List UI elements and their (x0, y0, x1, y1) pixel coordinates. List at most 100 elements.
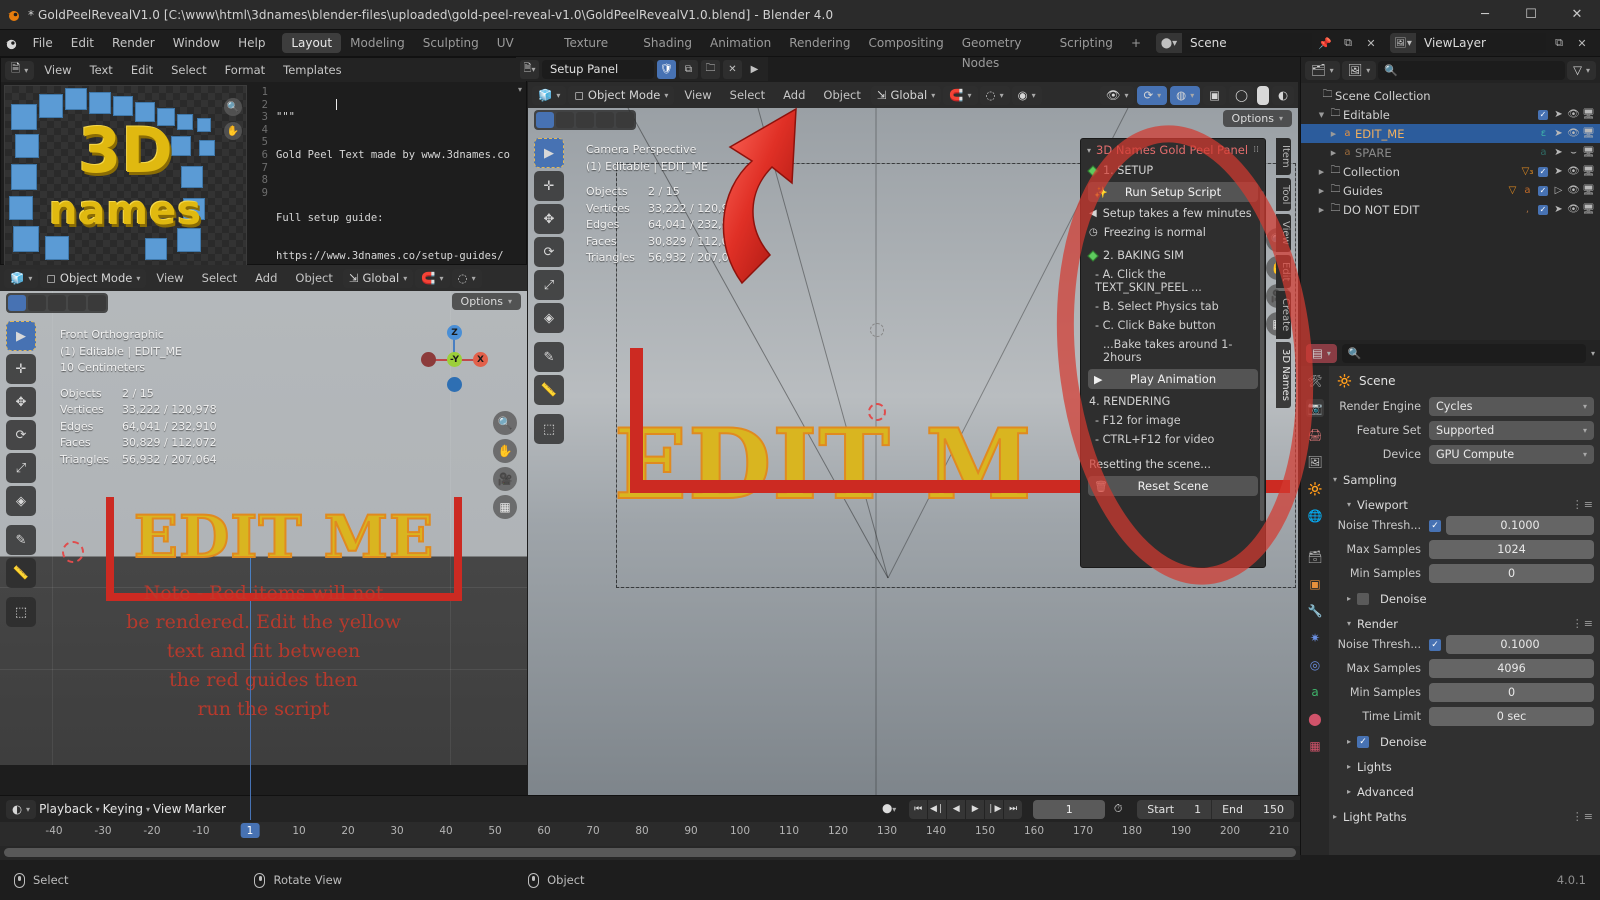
tab-material-icon[interactable]: ⬤ (1306, 710, 1324, 728)
viewport-left-ortho-toggle-icon[interactable]: ▦ (493, 495, 517, 519)
current-frame-field[interactable]: 1 (1033, 799, 1106, 819)
shading-material-icon[interactable]: ◐ (1271, 85, 1294, 105)
editor-type-selector-timeline[interactable]: ◐ ▾ (6, 799, 37, 819)
tab-scene-icon[interactable]: 🔆 (1306, 480, 1324, 498)
outliner-filter-icon[interactable]: ▽ ▾ (1567, 60, 1596, 80)
hide-eye-icon[interactable]: 👁 (1566, 185, 1581, 196)
tab-physics-icon[interactable]: ◎ (1306, 656, 1324, 674)
sidebar-vertical-tabs[interactable]: Item Tool View Edit Create 3D Names (1276, 138, 1291, 411)
interaction-mode-selector-left[interactable]: ◻ Object Mode ▾ (40, 268, 147, 288)
falloff-icon[interactable]: ◉ ▾ (1011, 85, 1042, 105)
text-menu-edit[interactable]: Edit (123, 61, 161, 79)
timeline-menu-marker[interactable]: Marker (184, 802, 225, 816)
gizmo-left-axis-z[interactable]: Z (447, 325, 462, 340)
viewport-left-camera-icon[interactable]: 🎥 (493, 467, 517, 491)
vp-menu-object[interactable]: Object (815, 86, 868, 104)
chevron-down-icon[interactable]: ▾ (1347, 619, 1351, 628)
scene-selector[interactable]: ⬤▾ Scene (1156, 33, 1312, 53)
gizmo-left-axis-neg-z[interactable] (447, 377, 462, 392)
disclosure-triangle-icon[interactable]: ▼ (1315, 111, 1328, 119)
tab-modifiers-icon[interactable]: 🔧 (1306, 602, 1324, 620)
outliner-tree[interactable]: 🗀 Scene Collection ▼ 🗀 Editable ✓ ➤ 👁 🖥 … (1301, 83, 1600, 219)
tab-collection-icon[interactable]: 🗃 (1306, 548, 1324, 566)
tool-scale-icon-left[interactable]: ⤢ (6, 453, 36, 483)
chevron-down-icon[interactable]: ▾ (1087, 146, 1091, 155)
workspace-add-button[interactable]: + (1122, 33, 1150, 53)
datablock-name-field[interactable]: Setup Panel (542, 59, 654, 79)
min-samples-value-field[interactable]: 0 (1429, 564, 1594, 583)
end-frame-value[interactable]: 150 (1253, 800, 1294, 819)
text-editor-code-area[interactable]: 1 2 3 4 5 6 7 8 9 """ Gold Peel Text mad… (250, 82, 526, 264)
pan-hand-icon[interactable]: ✋ (224, 122, 242, 140)
duplicate-icon[interactable]: ⧉ (679, 59, 698, 79)
scene-name[interactable]: Scene (1182, 33, 1312, 53)
chevron-right-icon[interactable]: ▸ (1333, 812, 1337, 821)
tab-object-icon[interactable]: ▣ (1306, 575, 1324, 593)
panel-grip-icon[interactable]: ⁞⁞ (1253, 145, 1259, 155)
disable-render-icon[interactable]: 🖥 (1581, 185, 1596, 196)
viewlayer-selector[interactable]: 🖼▾ ViewLayer (1390, 33, 1546, 53)
panel-scrollbar[interactable] (1260, 191, 1264, 521)
jump-end-icon[interactable]: ⏭ (1004, 799, 1023, 819)
chevron-down-icon[interactable]: ▾ (518, 85, 522, 94)
tab-render-icon[interactable]: 📷 (1306, 399, 1324, 417)
run-script-icon[interactable]: ▶ (745, 60, 764, 79)
snapping-magnet-icon-left[interactable]: 🧲 ▾ (415, 268, 450, 288)
tool-add-cube-icon-left[interactable]: ⬚ (6, 597, 36, 627)
workspace-tab-uv-editing[interactable]: UV Editing (488, 33, 555, 70)
hide-eye-icon[interactable]: 👁 (1566, 166, 1581, 177)
viewport-min-samples-row[interactable]: Min Samples 0 (1333, 563, 1594, 584)
start-frame-value[interactable]: 1 (1184, 800, 1211, 819)
selectable-cursor-icon[interactable]: ➤ (1551, 166, 1566, 177)
play-reverse-icon[interactable]: ◀ (947, 799, 966, 819)
hide-eye-icon[interactable]: 👁 (1566, 109, 1581, 120)
play-icon[interactable]: ▶ (966, 799, 985, 819)
timeline-ruler[interactable]: -40 -30 -20 -10 10 20 30 40 50 60 70 80 … (0, 822, 1300, 846)
text-menu-text[interactable]: Text (82, 61, 121, 79)
stopwatch-icon[interactable]: ⏱ (1108, 802, 1128, 816)
editor-type-selector-outliner[interactable]: 🗂 ▾ (1305, 60, 1340, 80)
render-engine-dropdown[interactable]: Cycles ▾ (1429, 397, 1594, 416)
workspace-tab-layout[interactable]: Layout (282, 33, 342, 53)
blender-menu-icon[interactable] (0, 36, 24, 51)
timeline-menu-playback[interactable]: Playback (39, 802, 93, 816)
render-noise-threshold-value-field[interactable]: 0.1000 (1446, 635, 1594, 654)
disclosure-triangle-icon[interactable]: ▶ (1327, 130, 1340, 138)
maximize-button[interactable]: ☐ (1508, 0, 1554, 30)
auto-keying-icon[interactable]: ⬤ ▾ (876, 800, 902, 819)
render-denoise-checkbox[interactable]: ✓ (1357, 735, 1370, 748)
feature-set-dropdown[interactable]: Supported ▾ (1429, 421, 1594, 440)
timeline-menu-view[interactable]: View (153, 802, 181, 816)
tab-world-icon[interactable]: 🌐 (1306, 507, 1324, 525)
viewport-noise-threshold-row[interactable]: Noise Thresh... ✓ 0.1000 (1333, 515, 1594, 536)
workspace-tab-modeling[interactable]: Modeling (341, 33, 414, 53)
outliner-display-mode[interactable]: 🖼 ▾ (1341, 60, 1377, 80)
viewport-options-button[interactable]: Options ▾ (1222, 110, 1292, 127)
tool-move-icon-left[interactable]: ✥ (6, 387, 36, 417)
tool-transform-icon-left[interactable]: ◈ (6, 486, 36, 516)
vp-menu-add[interactable]: Add (775, 86, 813, 104)
max-samples-value-field[interactable]: 1024 (1429, 540, 1594, 559)
zoom-icon[interactable]: 🔍 (224, 98, 242, 116)
workspace-tab-compositing[interactable]: Compositing (859, 33, 952, 53)
menu-render[interactable]: Render (103, 33, 164, 53)
disclosure-triangle-icon[interactable]: ▶ (1327, 149, 1340, 157)
shading-solid-icon[interactable] (1256, 85, 1269, 105)
tool-rotate-icon-left[interactable]: ⟳ (6, 420, 36, 450)
render-max-samples-value-field[interactable]: 4096 (1429, 659, 1594, 678)
tab-particles-icon[interactable]: ✷ (1306, 629, 1324, 647)
viewport-max-samples-row[interactable]: Max Samples 1024 (1333, 539, 1594, 560)
outliner-row-edit-me[interactable]: ▶ a EDIT_ME ɛ ➤ 👁 🖥 (1301, 124, 1600, 143)
reset-scene-button[interactable]: 🗑 Reset Scene (1088, 476, 1258, 496)
viewport-main-toolbar[interactable]: ▶ ✛ ✥ ⟳ ⤢ ◈ ✎ 📏 ⬚ (534, 138, 564, 444)
exclude-checkbox[interactable]: ✓ (1538, 204, 1548, 215)
tool-select-box-icon[interactable]: ▶ (534, 138, 564, 168)
close-icon[interactable]: ✕ (723, 59, 742, 79)
text-datablock-icon[interactable]: 🗎 ▾ (520, 59, 539, 79)
menu-file[interactable]: File (24, 33, 62, 53)
selectable-cursor-icon[interactable]: ➤ (1551, 204, 1566, 215)
select-lasso-icon-left[interactable] (48, 295, 66, 311)
minimize-button[interactable]: ─ (1462, 0, 1508, 30)
viewport-left-options-button[interactable]: Options ▾ (451, 293, 521, 310)
render-noise-threshold-row[interactable]: Noise Thresh... ✓ 0.1000 (1333, 634, 1594, 655)
